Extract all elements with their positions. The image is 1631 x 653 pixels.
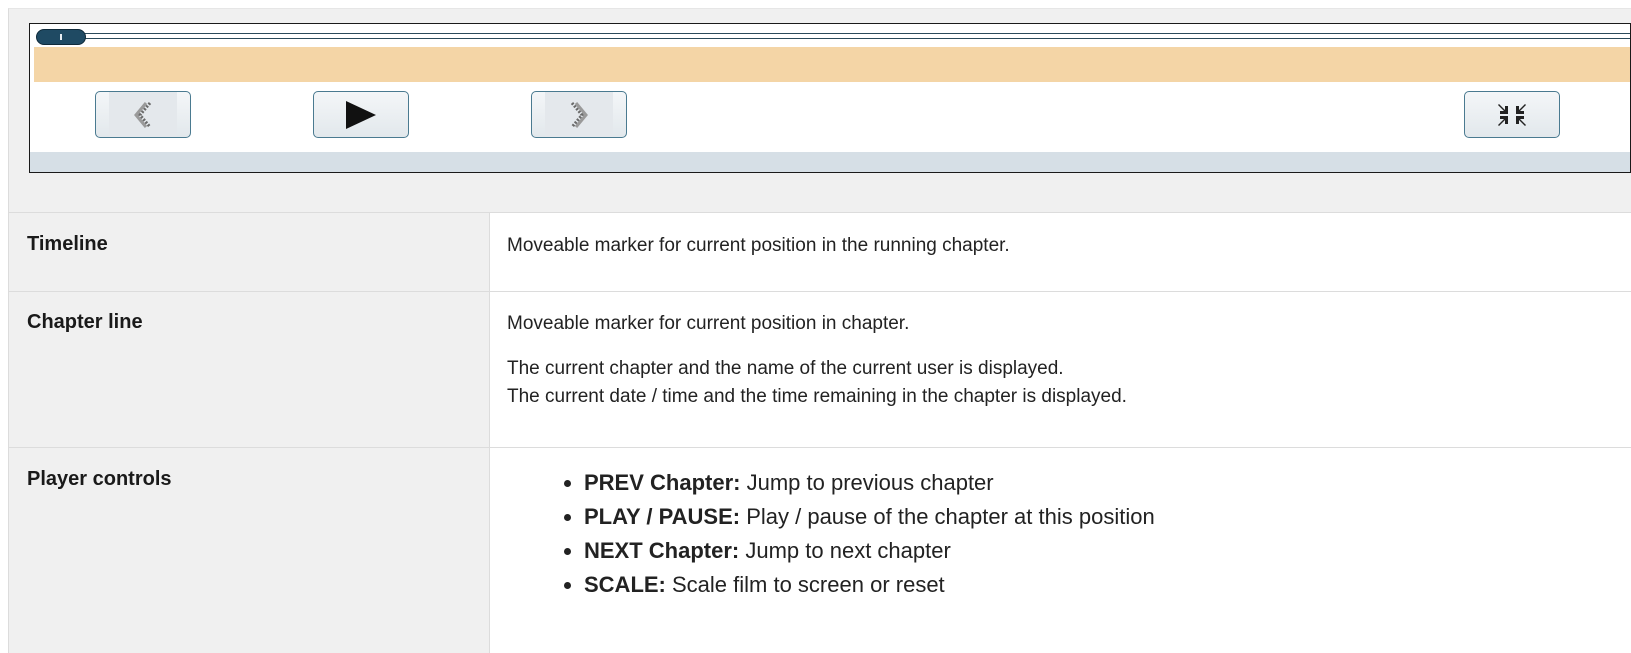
list-item-text: Jump to previous chapter [740, 470, 994, 495]
list-item: PREV Chapter: Jump to previous chapter [584, 466, 1155, 500]
list-item-term: SCALE: [584, 572, 666, 597]
list-item-term: PREV Chapter: [584, 470, 741, 495]
list-item-term: PLAY / PAUSE: [584, 504, 741, 529]
scale-button[interactable] [1464, 91, 1560, 138]
row-label-cell: Timeline [8, 213, 490, 291]
timeline-track[interactable] [76, 33, 1630, 39]
play-button[interactable] [313, 91, 409, 138]
row-label-cell: Chapter line [8, 292, 490, 447]
row-description: The current chapter and the name of the … [507, 358, 1064, 379]
row-description-cell: Moveable marker for current position in … [490, 213, 1631, 291]
play-icon [346, 100, 376, 129]
player-bottom-bar [30, 152, 1630, 172]
next-chapter-button[interactable] [531, 91, 627, 138]
list-item: SCALE: Scale film to screen or reset [584, 568, 1155, 602]
double-chevron-left-icon [134, 101, 152, 128]
row-description: The current date / time and the time rem… [507, 386, 1127, 407]
page: Timeline Moveable marker for current pos… [0, 0, 1631, 653]
description-table: Timeline Moveable marker for current pos… [8, 212, 1631, 653]
player-controls [30, 82, 1630, 152]
list-item: NEXT Chapter: Jump to next chapter [584, 534, 1155, 568]
list-item-term: NEXT Chapter: [584, 538, 740, 563]
prev-chapter-button[interactable] [95, 91, 191, 138]
table-row: Player controls PREV Chapter: Jump to pr… [8, 447, 1631, 653]
list-item: PLAY / PAUSE: Play / pause of the chapte… [584, 500, 1155, 534]
row-label-cell: Player controls [8, 448, 490, 653]
table-row: Chapter line Moveable marker for current… [8, 291, 1631, 447]
row-description-cell: PREV Chapter: Jump to previous chapter P… [490, 448, 1631, 653]
row-label: Chapter line [27, 311, 143, 333]
video-player [29, 23, 1631, 173]
row-description: Moveable marker for current position in … [507, 235, 1010, 256]
row-label: Timeline [27, 233, 108, 255]
chapter-line[interactable] [34, 47, 1630, 82]
double-chevron-right-icon [570, 101, 588, 128]
list-item-text: Scale film to screen or reset [665, 572, 945, 597]
row-description-cell: Moveable marker for current position in … [490, 292, 1631, 447]
list-item-text: Jump to next chapter [739, 538, 951, 563]
row-label: Player controls [27, 468, 172, 490]
row-description: Moveable marker for current position in … [507, 313, 910, 334]
list-item-text: Play / pause of the chapter at this posi… [740, 504, 1155, 529]
timeline[interactable] [36, 29, 1630, 45]
compress-icon [1498, 103, 1526, 126]
table-row: Timeline Moveable marker for current pos… [8, 212, 1631, 291]
timeline-marker[interactable] [36, 29, 86, 45]
player-controls-list: PREV Chapter: Jump to previous chapter P… [556, 466, 1155, 602]
